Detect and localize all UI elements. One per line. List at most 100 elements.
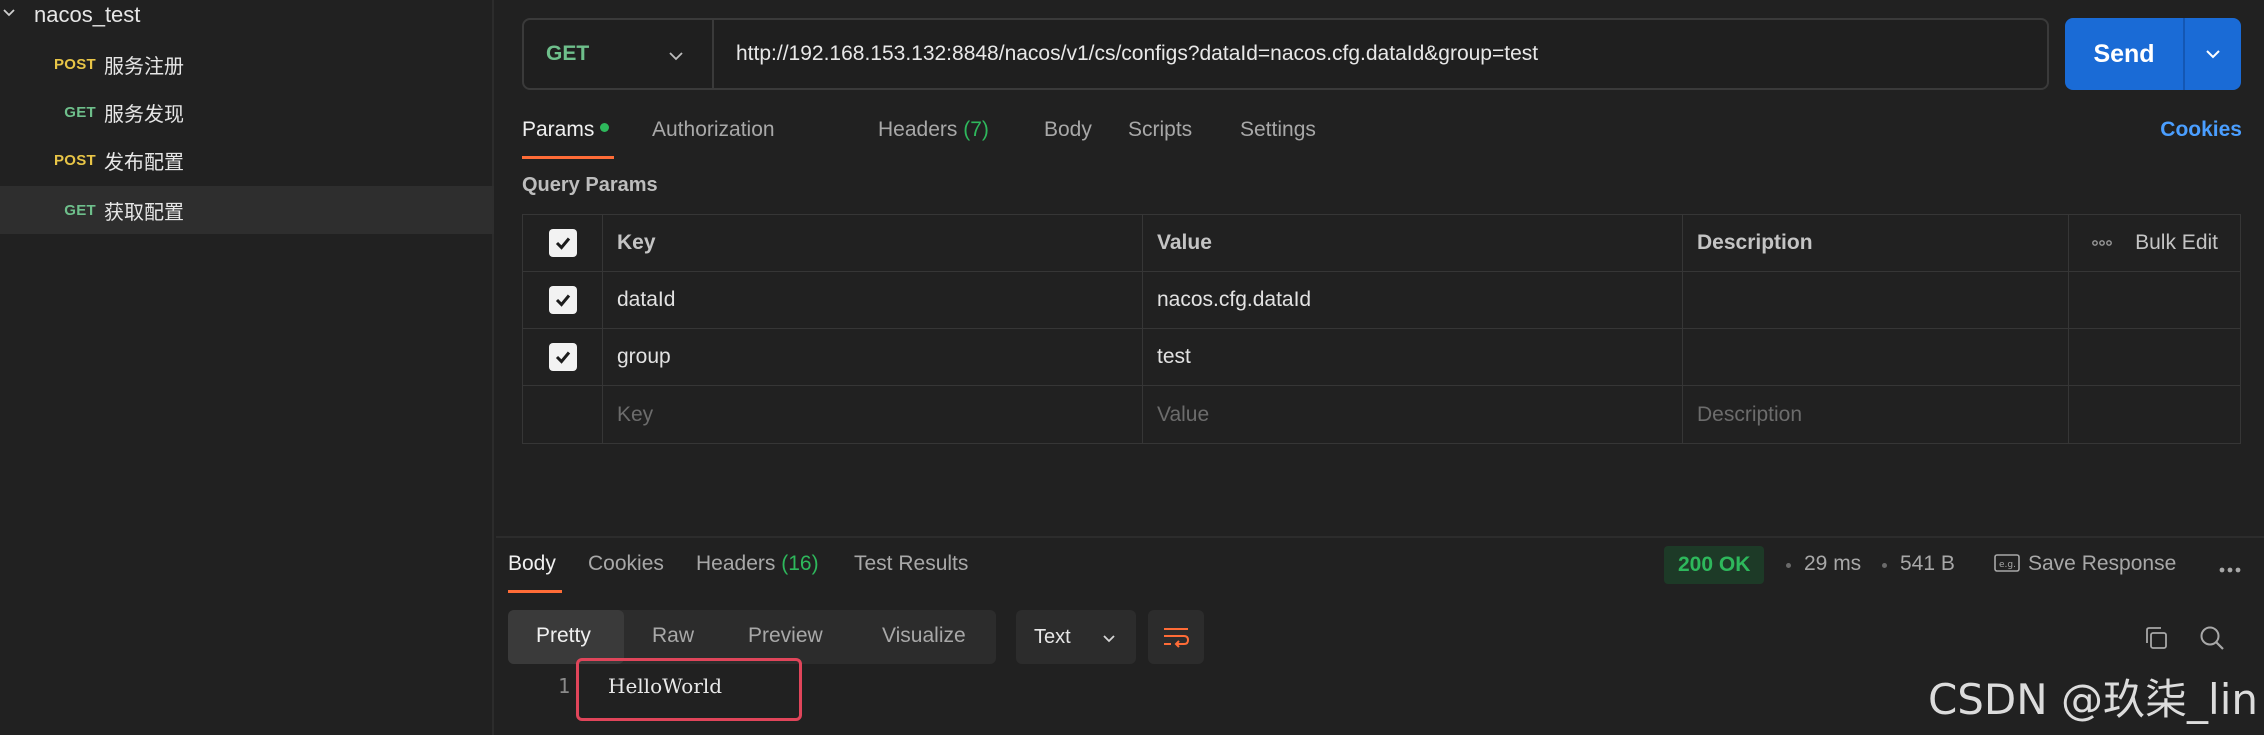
row-spacer bbox=[2069, 386, 2240, 443]
view-preview[interactable]: Preview bbox=[748, 624, 823, 648]
request-tabs: Params Authorization Headers (7) Body Sc… bbox=[522, 112, 2242, 160]
cookies-link[interactable]: Cookies bbox=[2160, 118, 2242, 142]
annotation-highlight-box bbox=[576, 658, 802, 721]
active-dot-icon bbox=[600, 122, 610, 132]
check-icon bbox=[555, 237, 570, 250]
send-button-group: Send bbox=[2065, 18, 2241, 90]
svg-text:e.g.: e.g. bbox=[1999, 560, 2016, 570]
more-horizontal-icon[interactable] bbox=[2218, 566, 2242, 574]
request-name: 服务注册 bbox=[104, 53, 184, 78]
param-value[interactable]: test bbox=[1143, 329, 1683, 385]
query-params-label: Query Params bbox=[522, 174, 658, 196]
tab-label: Headers bbox=[878, 118, 958, 141]
tab-headers[interactable]: Headers (7) bbox=[878, 118, 989, 142]
main-panel: GET http://192.168.153.132:8848/nacos/v1… bbox=[496, 0, 2264, 735]
sidebar-request-item[interactable]: POST 服务注册 bbox=[0, 40, 494, 88]
send-options-button[interactable] bbox=[2185, 45, 2241, 63]
request-name: 获取配置 bbox=[104, 199, 184, 224]
tab-scripts[interactable]: Scripts bbox=[1128, 118, 1192, 142]
active-tab-indicator bbox=[508, 590, 562, 593]
method-badge: GET bbox=[64, 201, 96, 219]
tab-settings[interactable]: Settings bbox=[1240, 118, 1316, 142]
view-visualize[interactable]: Visualize bbox=[882, 624, 966, 648]
format-label: Text bbox=[1034, 625, 1071, 648]
row-check-cell bbox=[523, 272, 603, 328]
param-description[interactable] bbox=[1683, 329, 2069, 385]
params-table: Key Value Description Bulk Edit dataId n… bbox=[522, 214, 2241, 444]
headers-count: (7) bbox=[963, 118, 989, 141]
watermark: CSDN @玖柒_lin bbox=[1927, 675, 2258, 724]
tab-label: Headers bbox=[696, 552, 776, 575]
row-check-cell bbox=[523, 386, 603, 443]
method-badge: GET bbox=[64, 103, 96, 121]
separator-dot bbox=[1882, 563, 1887, 568]
method-label: GET bbox=[546, 42, 590, 65]
headers-count: (16) bbox=[781, 552, 819, 575]
sidebar-request-item-active[interactable]: GET 获取配置 bbox=[0, 186, 494, 234]
request-name: 服务发现 bbox=[104, 101, 184, 126]
view-pretty[interactable]: Pretty bbox=[536, 624, 591, 648]
chevron-down-icon[interactable] bbox=[2, 6, 16, 20]
copy-icon[interactable] bbox=[2142, 624, 2170, 652]
response-tab-cookies[interactable]: Cookies bbox=[588, 552, 664, 576]
response-size[interactable]: 541 B bbox=[1900, 552, 1955, 576]
tab-body[interactable]: Body bbox=[1044, 118, 1092, 142]
save-response-button[interactable]: e.g. Save Response bbox=[1994, 552, 2176, 576]
select-all-checkbox[interactable] bbox=[548, 229, 577, 257]
new-description-input[interactable]: Description bbox=[1683, 386, 2069, 443]
response-tab-test-results[interactable]: Test Results bbox=[854, 552, 968, 576]
new-key-input[interactable]: Key bbox=[603, 386, 1143, 443]
wrap-lines-button[interactable] bbox=[1148, 610, 1204, 664]
check-icon bbox=[555, 351, 570, 364]
line-number: 1 bbox=[558, 674, 571, 698]
param-value[interactable]: nacos.cfg.dataId bbox=[1143, 272, 1683, 328]
method-badge: POST bbox=[53, 55, 96, 73]
chevron-down-icon bbox=[669, 52, 683, 61]
save-response-icon: e.g. bbox=[1994, 554, 2020, 572]
chevron-down-icon bbox=[1103, 635, 1115, 643]
url-bar: GET http://192.168.153.132:8848/nacos/v1… bbox=[522, 18, 2049, 90]
send-button[interactable]: Send bbox=[2065, 40, 2183, 69]
separator-dot bbox=[1786, 563, 1791, 568]
view-raw[interactable]: Raw bbox=[652, 624, 694, 648]
more-horizontal-icon[interactable] bbox=[2091, 238, 2113, 248]
sidebar-request-item[interactable]: POST 发布配置 bbox=[0, 136, 494, 184]
row-checkbox[interactable] bbox=[548, 286, 577, 314]
collection-name: nacos_test bbox=[34, 2, 141, 27]
check-all-cell bbox=[523, 215, 603, 271]
url-input[interactable]: http://192.168.153.132:8848/nacos/v1/cs/… bbox=[714, 42, 1538, 66]
sidebar-request-item[interactable]: GET 服务发现 bbox=[0, 88, 494, 136]
request-name: 发布配置 bbox=[104, 149, 184, 174]
check-icon bbox=[555, 294, 570, 307]
row-spacer bbox=[2069, 272, 2240, 328]
status-badge[interactable]: 200 OK bbox=[1664, 546, 1765, 584]
param-description[interactable] bbox=[1683, 272, 2069, 328]
table-header-row: Key Value Description Bulk Edit bbox=[523, 215, 2240, 272]
format-select[interactable]: Text bbox=[1016, 610, 1136, 664]
header-key: Key bbox=[603, 215, 1143, 271]
save-response-label: Save Response bbox=[2028, 552, 2177, 575]
tab-params[interactable]: Params bbox=[522, 118, 610, 142]
response-tab-body[interactable]: Body bbox=[508, 552, 556, 576]
response-tab-headers[interactable]: Headers (16) bbox=[696, 552, 819, 576]
tab-authorization[interactable]: Authorization bbox=[652, 118, 775, 142]
bulk-edit-cell[interactable]: Bulk Edit bbox=[2069, 215, 2240, 271]
active-tab-indicator bbox=[522, 156, 614, 159]
row-spacer bbox=[2069, 329, 2240, 385]
table-row: dataId nacos.cfg.dataId bbox=[523, 272, 2240, 329]
method-badge: POST bbox=[53, 151, 96, 169]
chevron-down-icon bbox=[2206, 50, 2220, 59]
method-select[interactable]: GET bbox=[524, 20, 714, 88]
tab-label: Params bbox=[522, 118, 595, 141]
row-check-cell bbox=[523, 329, 603, 385]
row-checkbox[interactable] bbox=[548, 343, 577, 371]
table-row: group test bbox=[523, 329, 2240, 386]
param-key[interactable]: dataId bbox=[603, 272, 1143, 328]
bulk-edit-button[interactable]: Bulk Edit bbox=[2135, 231, 2218, 255]
search-icon[interactable] bbox=[2198, 624, 2226, 652]
response-time[interactable]: 29 ms bbox=[1804, 552, 1861, 576]
new-value-input[interactable]: Value bbox=[1143, 386, 1683, 443]
table-row-empty: Key Value Description bbox=[523, 386, 2240, 443]
view-mode-selector: Pretty Raw Preview Visualize bbox=[508, 610, 996, 664]
param-key[interactable]: group bbox=[603, 329, 1143, 385]
